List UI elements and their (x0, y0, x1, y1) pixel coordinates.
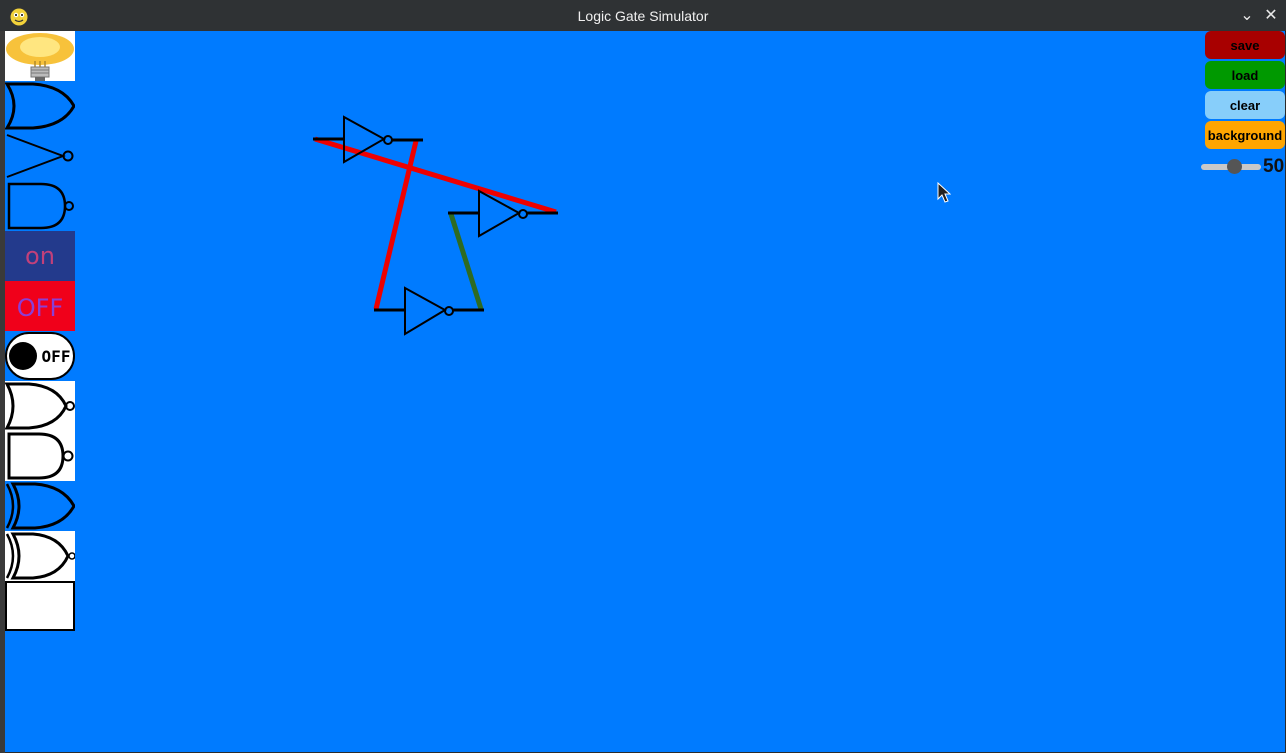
size-slider-value: 50 (1263, 156, 1285, 177)
mouse-pointer-icon (937, 182, 951, 203)
window-title: Logic Gate Simulator (577, 8, 709, 24)
size-slider-thumb[interactable] (1227, 159, 1242, 174)
not-gate-3[interactable] (374, 286, 484, 336)
wire-inactive[interactable] (448, 213, 484, 310)
minimize-icon[interactable]: ⌄ (1239, 7, 1255, 23)
clear-button[interactable]: clear (1205, 91, 1285, 119)
save-button[interactable]: save (1205, 31, 1285, 59)
circuit-diagram (313, 115, 558, 336)
wire-active[interactable] (314, 136, 557, 215)
load-button[interactable]: load (1205, 61, 1285, 89)
circuit-canvas[interactable]: on OFF OFF save load clear background 50 (5, 31, 1285, 752)
wire-active[interactable] (373, 140, 419, 310)
title-bar: Logic Gate Simulator ⌄ ✕ (0, 0, 1286, 32)
close-icon[interactable]: ✕ (1263, 7, 1279, 23)
background-button[interactable]: background (1205, 121, 1285, 149)
